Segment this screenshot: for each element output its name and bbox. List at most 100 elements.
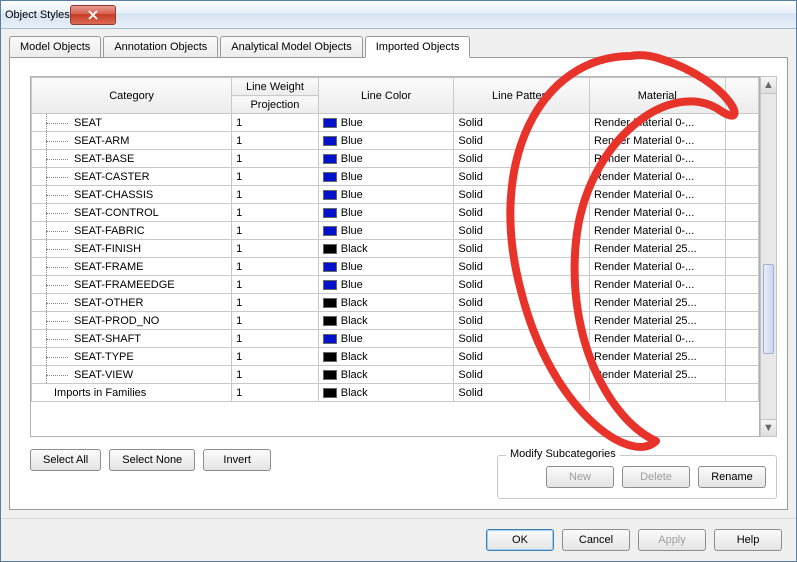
cell-line-weight[interactable]: 1: [232, 258, 319, 276]
cell-material[interactable]: Render Material 0-...: [590, 222, 726, 240]
cell-line-weight[interactable]: 1: [232, 384, 319, 402]
select-all-button[interactable]: Select All: [30, 449, 101, 471]
invert-button[interactable]: Invert: [203, 449, 271, 471]
cell-line-color[interactable]: Blue: [318, 132, 454, 150]
cell-line-weight[interactable]: 1: [232, 204, 319, 222]
cell-material[interactable]: Render Material 0-...: [590, 114, 726, 132]
titlebar[interactable]: Object Styles: [1, 1, 796, 29]
cell-line-weight[interactable]: 1: [232, 132, 319, 150]
cell-material[interactable]: Render Material 0-...: [590, 258, 726, 276]
table-row[interactable]: SEAT-PROD_NO1BlackSolidRender Material 2…: [32, 312, 759, 330]
apply-button[interactable]: Apply: [638, 529, 706, 551]
cell-material[interactable]: Render Material 25...: [590, 366, 726, 384]
cell-line-color[interactable]: Blue: [318, 330, 454, 348]
help-button[interactable]: Help: [714, 529, 782, 551]
tab-model-objects[interactable]: Model Objects: [9, 36, 101, 58]
object-styles-grid[interactable]: Category Line Weight Line Color Line Pat…: [30, 76, 760, 437]
cell-material[interactable]: Render Material 25...: [590, 240, 726, 258]
cell-line-weight[interactable]: 1: [232, 222, 319, 240]
cell-line-pattern[interactable]: Solid: [454, 348, 590, 366]
select-none-button[interactable]: Select None: [109, 449, 195, 471]
cell-line-color[interactable]: Black: [318, 240, 454, 258]
table-row[interactable]: SEAT-CONTROL1BlueSolidRender Material 0-…: [32, 204, 759, 222]
cell-material[interactable]: Render Material 0-...: [590, 330, 726, 348]
cell-line-weight[interactable]: 1: [232, 186, 319, 204]
header-line-color[interactable]: Line Color: [318, 78, 454, 114]
cell-line-color[interactable]: Black: [318, 384, 454, 402]
new-button[interactable]: New: [546, 466, 614, 488]
cell-material[interactable]: Render Material 0-...: [590, 132, 726, 150]
cell-category[interactable]: SEAT-BASE: [32, 150, 232, 168]
cell-line-color[interactable]: Blue: [318, 258, 454, 276]
table-row[interactable]: SEAT-CASTER1BlueSolidRender Material 0-.…: [32, 168, 759, 186]
cell-category[interactable]: SEAT-SHAFT: [32, 330, 232, 348]
header-material[interactable]: Material: [590, 78, 726, 114]
cell-category[interactable]: SEAT-VIEW: [32, 366, 232, 384]
cell-line-weight[interactable]: 1: [232, 276, 319, 294]
scroll-track[interactable]: [761, 94, 776, 419]
cell-material[interactable]: [590, 384, 726, 402]
cell-line-weight[interactable]: 1: [232, 294, 319, 312]
cell-category[interactable]: SEAT-TYPE: [32, 348, 232, 366]
vertical-scrollbar[interactable]: ▲ ▼: [760, 76, 777, 437]
table-row[interactable]: SEAT-VIEW1BlackSolidRender Material 25..…: [32, 366, 759, 384]
cell-material[interactable]: Render Material 25...: [590, 348, 726, 366]
cell-line-pattern[interactable]: Solid: [454, 294, 590, 312]
cell-line-pattern[interactable]: Solid: [454, 330, 590, 348]
cell-line-color[interactable]: Black: [318, 348, 454, 366]
cell-line-color[interactable]: Blue: [318, 114, 454, 132]
scroll-down-arrow-icon[interactable]: ▼: [761, 419, 776, 436]
cell-line-pattern[interactable]: Solid: [454, 240, 590, 258]
header-line-pattern[interactable]: Line Pattern: [454, 78, 590, 114]
table-row[interactable]: SEAT-SHAFT1BlueSolidRender Material 0-..…: [32, 330, 759, 348]
scroll-up-arrow-icon[interactable]: ▲: [761, 77, 776, 94]
table-row[interactable]: SEAT-FRAME1BlueSolidRender Material 0-..…: [32, 258, 759, 276]
cell-line-weight[interactable]: 1: [232, 330, 319, 348]
cell-category[interactable]: SEAT-OTHER: [32, 294, 232, 312]
cell-line-pattern[interactable]: Solid: [454, 168, 590, 186]
scroll-thumb[interactable]: [763, 264, 774, 354]
cell-line-weight[interactable]: 1: [232, 366, 319, 384]
cancel-button[interactable]: Cancel: [562, 529, 630, 551]
cell-category[interactable]: SEAT-PROD_NO: [32, 312, 232, 330]
header-category[interactable]: Category: [32, 78, 232, 114]
ok-button[interactable]: OK: [486, 529, 554, 551]
tab-imported-objects[interactable]: Imported Objects: [365, 36, 471, 58]
tab-analytical-model-objects[interactable]: Analytical Model Objects: [220, 36, 362, 58]
cell-category[interactable]: SEAT-CASTER: [32, 168, 232, 186]
table-row[interactable]: SEAT-BASE1BlueSolidRender Material 0-...: [32, 150, 759, 168]
cell-category[interactable]: SEAT-ARM: [32, 132, 232, 150]
cell-category[interactable]: SEAT-CHASSIS: [32, 186, 232, 204]
cell-material[interactable]: Render Material 0-...: [590, 204, 726, 222]
cell-line-color[interactable]: Black: [318, 312, 454, 330]
cell-category[interactable]: Imports in Families: [32, 384, 232, 402]
table-row[interactable]: SEAT-OTHER1BlackSolidRender Material 25.…: [32, 294, 759, 312]
cell-material[interactable]: Render Material 0-...: [590, 186, 726, 204]
cell-material[interactable]: Render Material 0-...: [590, 276, 726, 294]
cell-line-weight[interactable]: 1: [232, 348, 319, 366]
cell-line-color[interactable]: Blue: [318, 168, 454, 186]
cell-material[interactable]: Render Material 25...: [590, 294, 726, 312]
close-button[interactable]: [70, 5, 116, 25]
cell-category[interactable]: SEAT-FABRIC: [32, 222, 232, 240]
table-row[interactable]: Imports in Families1BlackSolid: [32, 384, 759, 402]
table-row[interactable]: SEAT-FRAMEEDGE1BlueSolidRender Material …: [32, 276, 759, 294]
delete-button[interactable]: Delete: [622, 466, 690, 488]
cell-line-color[interactable]: Blue: [318, 276, 454, 294]
cell-line-pattern[interactable]: Solid: [454, 150, 590, 168]
cell-line-color[interactable]: Blue: [318, 204, 454, 222]
cell-line-pattern[interactable]: Solid: [454, 276, 590, 294]
cell-line-pattern[interactable]: Solid: [454, 258, 590, 276]
table-row[interactable]: SEAT-ARM1BlueSolidRender Material 0-...: [32, 132, 759, 150]
cell-line-pattern[interactable]: Solid: [454, 114, 590, 132]
rename-button[interactable]: Rename: [698, 466, 766, 488]
cell-line-weight[interactable]: 1: [232, 240, 319, 258]
cell-material[interactable]: Render Material 0-...: [590, 150, 726, 168]
cell-line-color[interactable]: Blue: [318, 222, 454, 240]
table-row[interactable]: SEAT-CHASSIS1BlueSolidRender Material 0-…: [32, 186, 759, 204]
cell-line-pattern[interactable]: Solid: [454, 186, 590, 204]
header-line-weight[interactable]: Line Weight: [232, 78, 319, 96]
table-row[interactable]: SEAT-FABRIC1BlueSolidRender Material 0-.…: [32, 222, 759, 240]
cell-line-color[interactable]: Blue: [318, 186, 454, 204]
cell-line-pattern[interactable]: Solid: [454, 204, 590, 222]
